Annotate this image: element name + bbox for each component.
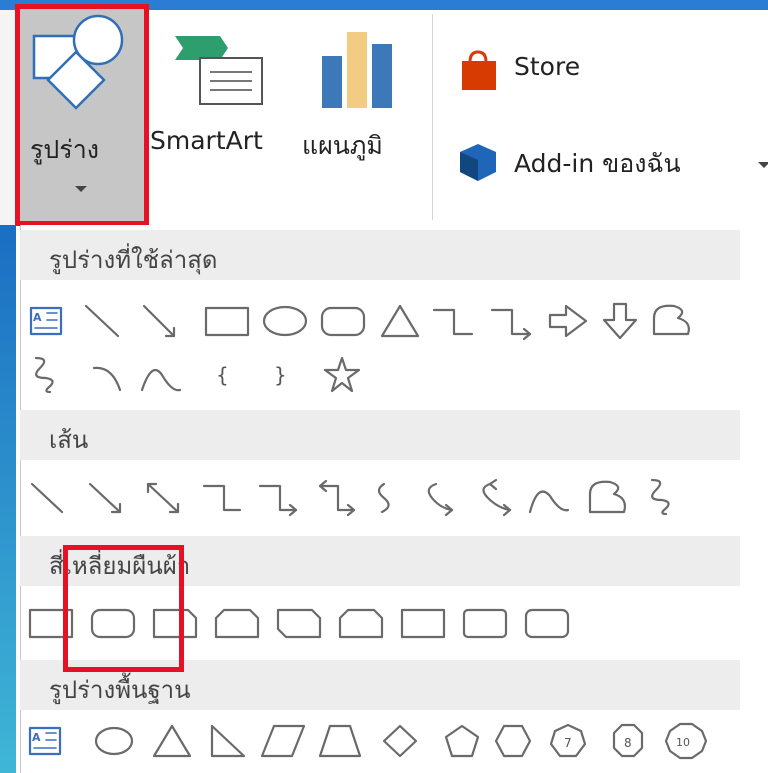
basic-shapes-heading: รูปร่างพื้นฐาน	[49, 676, 191, 704]
line-icon[interactable]	[30, 482, 64, 514]
scribble-shape-icon[interactable]	[34, 356, 54, 394]
elbow-connector-shape-icon[interactable]	[432, 308, 474, 336]
snip-round-single-corner-rectangle-icon[interactable]	[338, 608, 384, 639]
snip-same-side-corner-rectangle-icon[interactable]	[214, 608, 260, 639]
smartart-button[interactable]: SmartArt	[150, 14, 285, 219]
heptagon-number: 7	[564, 736, 572, 750]
text-box-shape-icon[interactable]: A	[29, 306, 63, 336]
elbow-connector-icon[interactable]	[202, 484, 242, 512]
triangle-shape-icon[interactable]	[380, 304, 420, 338]
store-label: Store	[514, 52, 581, 81]
pentagon-icon[interactable]	[444, 724, 480, 758]
right-triangle-icon[interactable]	[210, 724, 246, 758]
section-header-recent: รูปร่างที่ใช้ล่าสุด	[20, 230, 740, 280]
down-arrow-shape-icon[interactable]	[602, 302, 638, 340]
ribbon-left-edge	[0, 10, 16, 225]
chart-button[interactable]: แผนภูมิ	[292, 14, 422, 219]
basic-triangle-icon[interactable]	[152, 724, 192, 758]
curve-shape-icon[interactable]	[140, 368, 182, 392]
round-single-corner-rectangle-icon[interactable]	[400, 608, 446, 639]
decagon-number: 10	[676, 736, 690, 749]
arc-shape-icon[interactable]	[92, 366, 122, 392]
basic-text-box-icon[interactable]: A	[28, 726, 62, 756]
recent-shapes-row-1: A	[29, 302, 690, 341]
elbow-arrow-connector-shape-icon[interactable]	[490, 308, 532, 341]
octagon-icon[interactable]: 8	[612, 723, 644, 758]
heptagon-icon[interactable]: 7	[549, 723, 587, 758]
round-diagonal-corner-rectangle-icon[interactable]	[524, 608, 570, 639]
curved-double-arrow-connector-icon[interactable]	[482, 478, 512, 517]
right-brace-shape-icon[interactable]: }	[274, 363, 287, 387]
curved-connector-icon[interactable]	[377, 482, 390, 514]
rounded-rectangle-shape-icon[interactable]	[320, 306, 366, 337]
basic-oval-icon[interactable]	[94, 726, 134, 756]
basic-shapes-row: A 7 8 10	[28, 722, 708, 760]
arrow-line-shape-icon[interactable]	[142, 304, 176, 338]
section-header-lines: เส้น	[20, 410, 740, 460]
curved-arrow-connector-icon[interactable]	[427, 482, 454, 517]
addins-dropdown-icon[interactable]	[758, 162, 768, 168]
store-button[interactable]: Store	[456, 46, 616, 96]
snip-diagonal-corner-rectangle-icon[interactable]	[276, 608, 322, 639]
elbow-double-arrow-connector-icon[interactable]	[318, 479, 356, 517]
oval-shape-icon[interactable]	[262, 305, 308, 337]
elbow-arrow-connector-icon[interactable]	[258, 484, 298, 517]
diamond-icon[interactable]	[382, 724, 418, 758]
rectangle-shape-icon[interactable]	[204, 306, 250, 337]
smartart-icon	[175, 36, 263, 105]
lines-heading: เส้น	[49, 426, 89, 454]
hexagon-icon[interactable]	[494, 724, 532, 758]
shapes-button-highlight	[15, 4, 149, 226]
freeform-shape-icon[interactable]	[652, 304, 690, 336]
right-arrow-shape-icon[interactable]	[548, 304, 588, 338]
chart-icon	[322, 32, 392, 108]
round-same-side-corner-rectangle-icon[interactable]	[462, 608, 508, 639]
recent-shapes-row-2: { }	[34, 356, 361, 394]
rectangle-highlight	[63, 545, 184, 672]
ribbon-group-separator	[432, 14, 433, 220]
store-bag-icon	[462, 50, 496, 90]
line-double-arrow-icon[interactable]	[146, 482, 180, 514]
my-addins-button[interactable]: Add-in ของฉัน	[456, 138, 768, 188]
addin-cube-icon	[460, 144, 496, 181]
freeform-icon[interactable]	[588, 480, 626, 514]
smartart-label: SmartArt	[150, 126, 263, 155]
decagon-icon[interactable]: 10	[664, 722, 708, 760]
svg-text:A: A	[33, 311, 42, 324]
octagon-number: 8	[624, 736, 632, 750]
window-left-edge	[0, 225, 16, 773]
chart-label: แผนภูมิ	[302, 131, 383, 160]
svg-text:A: A	[32, 731, 41, 744]
line-arrow-icon[interactable]	[88, 482, 122, 514]
star-shape-icon[interactable]	[323, 356, 361, 393]
trapezoid-icon[interactable]	[318, 724, 362, 758]
curve-icon[interactable]	[528, 490, 570, 514]
parallelogram-icon[interactable]	[260, 724, 306, 758]
addins-label: Add-in ของฉัน	[514, 149, 681, 178]
recent-shapes-heading: รูปร่างที่ใช้ล่าสุด	[49, 246, 218, 274]
lines-row	[30, 478, 670, 517]
scribble-icon[interactable]	[650, 478, 670, 516]
line-shape-icon[interactable]	[84, 304, 120, 338]
left-brace-shape-icon[interactable]: {	[216, 363, 229, 387]
